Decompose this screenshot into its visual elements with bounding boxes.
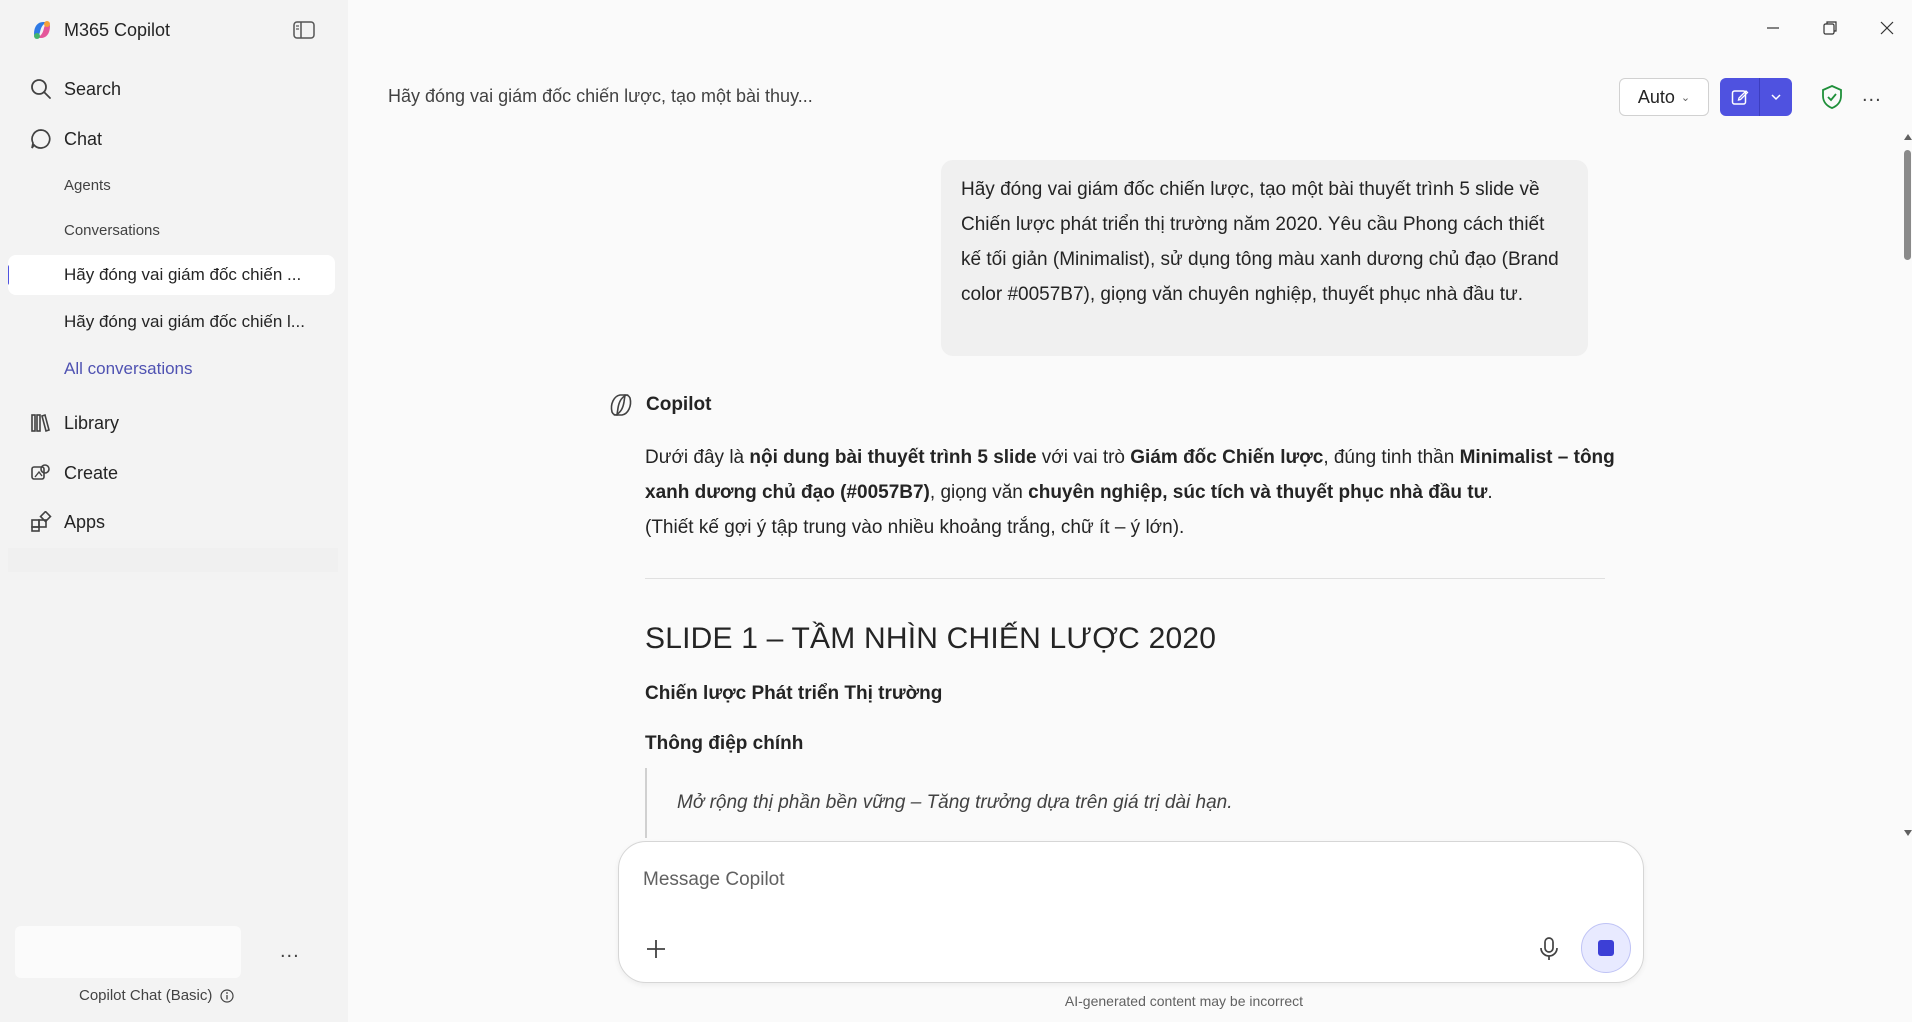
conversation-title: Hãy đóng vai giám đốc chiến lược, tạo mộ… (388, 86, 813, 106)
sidebar-separator (8, 548, 338, 572)
nav-agents[interactable]: Agents (64, 170, 111, 200)
nav-create-label: Create (64, 462, 119, 483)
new-chat-icon[interactable] (1720, 78, 1760, 116)
copilot-logo-icon (34, 21, 50, 39)
chat-icon (28, 126, 54, 152)
nav-search-label: Search (64, 78, 122, 99)
conversation-item-active[interactable]: Hãy đóng vai giám đốc chiến ... (8, 255, 335, 295)
nav-apps-label: Apps (64, 511, 106, 532)
app-title: M365 Copilot (64, 19, 171, 40)
scroll-down-arrow[interactable] (1904, 830, 1912, 836)
create-icon (28, 460, 54, 486)
info-icon[interactable] (220, 988, 234, 1003)
slide-heading: SLIDE 1 – TẦM NHÌN CHIẾN LƯỢC 2020 (645, 622, 1217, 655)
nav-library[interactable]: Library (28, 405, 119, 441)
stop-generating-button[interactable] (1581, 923, 1631, 973)
mode-label: Auto (1637, 86, 1675, 107)
profile-card[interactable] (15, 926, 241, 978)
message-composer (618, 841, 1644, 983)
search-icon (28, 76, 54, 102)
close-icon[interactable] (1875, 16, 1899, 40)
message-input[interactable] (643, 864, 1543, 896)
more-options-button[interactable]: ... (280, 940, 300, 963)
nav-library-label: Library (64, 412, 120, 433)
disclaimer-row: AI-generated content may be incorrect (348, 993, 1912, 1009)
answer-divider (645, 578, 1605, 579)
microphone-icon[interactable] (1534, 934, 1564, 964)
more-options-icon[interactable]: ... (1862, 84, 1882, 107)
chevron-down-icon[interactable] (1760, 78, 1792, 116)
nav-chat-label: Chat (64, 128, 103, 149)
chevron-down-icon: ⌄ (1680, 91, 1691, 104)
main-panel: Hãy đóng vai giám đốc chiến lược, tạo mộ… (348, 0, 1912, 1022)
sidebar: M365 Copilot Search Chat Agents Conversa… (0, 0, 348, 1022)
slide-subheading: Thông điệp chính (645, 733, 804, 754)
all-conversations-link[interactable]: All conversations (64, 354, 193, 384)
shield-check-icon[interactable] (1819, 84, 1845, 110)
nav-chat[interactable]: Chat (28, 121, 102, 157)
stop-icon (1598, 940, 1614, 956)
blockquote: Mở rộng thị phần bền vững – Tăng trưởng … (645, 768, 1233, 838)
add-icon[interactable] (641, 934, 671, 964)
apps-icon (28, 509, 54, 535)
assistant-header: Copilot (606, 390, 711, 420)
slide-subheading: Chiến lược Phát triển Thị trường (645, 683, 943, 704)
nav-apps[interactable]: Apps (28, 504, 105, 540)
sidebar-toggle-icon[interactable] (292, 18, 316, 42)
library-icon (28, 410, 54, 436)
scrollbar-thumb[interactable] (1904, 150, 1911, 260)
restore-icon[interactable] (1818, 16, 1842, 40)
mode-selector[interactable]: Auto ⌄ (1619, 78, 1709, 116)
assistant-name: Copilot (646, 394, 712, 415)
plan-label: Copilot Chat (Basic) (79, 987, 213, 1004)
scroll-up-arrow[interactable] (1904, 134, 1912, 140)
user-message: Hãy đóng vai giám đốc chiến lược, tạo mộ… (941, 160, 1588, 356)
app-header: M365 Copilot (30, 17, 170, 43)
copilot-icon (610, 394, 632, 416)
minimize-icon[interactable] (1761, 16, 1785, 40)
answer-note: (Thiết kế gợi ý tập trung vào nhiều khoả… (645, 517, 1185, 538)
nav-create[interactable]: Create (28, 455, 118, 491)
new-chat-button[interactable] (1720, 78, 1792, 116)
nav-conversations[interactable]: Conversations (64, 215, 160, 245)
conversation-item[interactable]: Hãy đóng vai giám đốc chiến l... (8, 302, 335, 342)
assistant-answer: Dưới đây là nội dung bài thuyết trình 5 … (645, 440, 1615, 545)
plan-info: Copilot Chat (Basic) (79, 987, 234, 1004)
nav-search[interactable]: Search (28, 71, 121, 107)
answer-paragraph: Dưới đây là nội dung bài thuyết trình 5 … (645, 447, 1615, 503)
ai-disclaimer: AI-generated content may be incorrect (1064, 993, 1304, 1009)
